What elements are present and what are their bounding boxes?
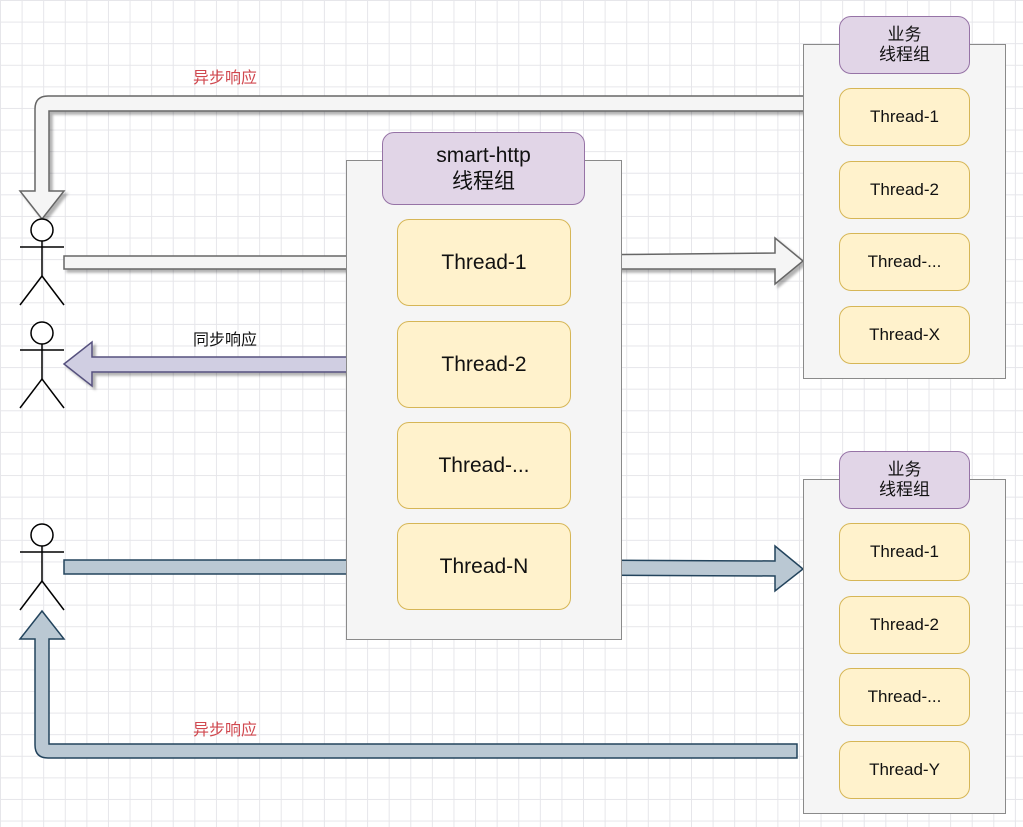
async-response-label-bottom: 异步响应 <box>193 722 258 739</box>
sync-response-label: 同步响应 <box>193 332 258 349</box>
smart-http-thread-n: Thread-N <box>397 523 571 610</box>
business-top-thread-1: Thread-1 <box>839 88 970 146</box>
smart-http-subtitle: 线程组 <box>452 169 515 193</box>
actor-user-3-icon <box>19 523 65 611</box>
actor-user-2-icon <box>19 321 65 409</box>
business-bottom-subtitle: 线程组 <box>879 480 930 499</box>
actor-user-1-icon <box>19 218 65 306</box>
business-bottom-header: 业务 线程组 <box>839 451 970 509</box>
business-bottom-thread-ellipsis: Thread-... <box>839 668 970 726</box>
smart-http-thread-1: Thread-1 <box>397 219 571 306</box>
smart-http-header: smart-http 线程组 <box>382 132 585 205</box>
business-top-header: 业务 线程组 <box>839 16 970 74</box>
business-bottom-title: 业务 <box>887 459 922 479</box>
smart-http-thread-ellipsis: Thread-... <box>397 422 571 509</box>
smart-http-title: smart-http <box>436 144 531 168</box>
business-top-title: 业务 <box>887 24 922 44</box>
async-response-label-top: 异步响应 <box>193 70 258 87</box>
business-bottom-thread-1: Thread-1 <box>839 523 970 581</box>
smart-http-thread-2: Thread-2 <box>397 321 571 408</box>
business-top-thread-x: Thread-X <box>839 306 970 364</box>
business-top-subtitle: 线程组 <box>879 45 930 64</box>
business-bottom-thread-y: Thread-Y <box>839 741 970 799</box>
business-top-thread-ellipsis: Thread-... <box>839 233 970 291</box>
business-bottom-thread-2: Thread-2 <box>839 596 970 654</box>
business-top-thread-2: Thread-2 <box>839 161 970 219</box>
